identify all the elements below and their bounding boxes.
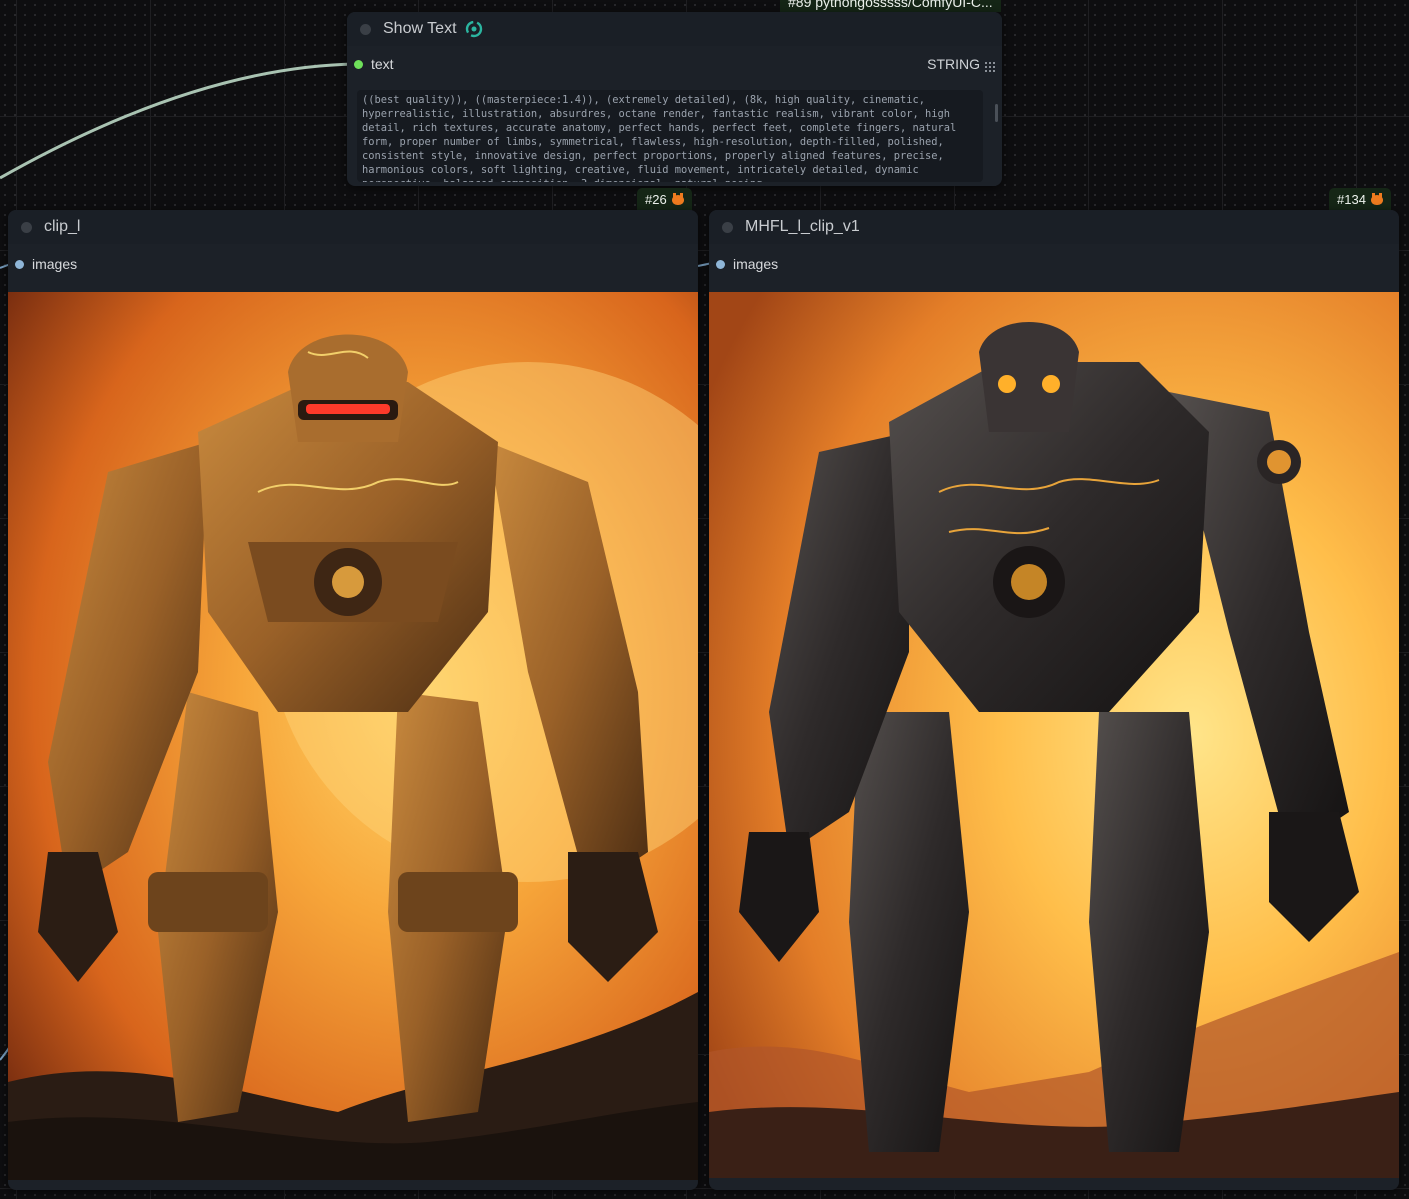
mhfl-title-bar[interactable]: MHFL_l_clip_v1 [709,210,1399,244]
node-26-badge: #26 [637,188,692,210]
show-text-title: Show Text [383,20,457,37]
collapse-dot-icon[interactable] [21,221,32,233]
dark-mech-image [709,292,1399,1178]
text-input-wire [0,62,357,180]
image-slot-dot[interactable] [716,259,725,269]
node-134-badge-label: #134 [1337,191,1366,207]
refresh-cycle-icon [465,20,483,38]
node-134-badge: #134 [1329,188,1391,210]
text-input-slot[interactable]: text STRING [347,51,1002,77]
show-text-node[interactable]: Show Text text STRING ((best quality)), … [347,12,1002,186]
text-scrollbar[interactable] [995,104,998,122]
clip-l-title-bar[interactable]: clip_l [8,210,698,244]
clip-l-preview-image[interactable] [8,292,698,1180]
bronze-mech-image [8,292,698,1180]
node-26-badge-label: #26 [645,191,667,207]
text-slot-label: text [371,56,394,72]
clip-l-title: clip_l [44,218,81,235]
preview-node-mhfl[interactable]: MHFL_l_clip_v1 images [709,210,1399,1190]
fox-icon [1370,193,1383,205]
mhfl-preview-image[interactable] [709,292,1399,1178]
show-text-title-bar[interactable]: Show Text [347,12,1002,46]
preview-node-clip-l[interactable]: clip_l images [8,210,698,1190]
mhfl-images-slot[interactable]: images [709,251,1399,277]
clip-l-images-label: images [32,256,78,272]
string-type-label: STRING [927,56,980,72]
text-output-area[interactable]: ((best quality)), ((masterpiece:1.4)), (… [357,90,983,182]
string-slot-dot[interactable] [354,59,363,69]
mhfl-title: MHFL_l_clip_v1 [745,218,860,235]
clip-l-images-slot[interactable]: images [8,251,698,277]
collapse-dot-icon[interactable] [722,221,733,233]
fox-icon [671,193,684,205]
node-canvas[interactable]: #89 pythongosssss/ComfyUI-C... Show Text… [0,0,1409,1199]
image-slot-dot[interactable] [15,259,24,269]
mhfl-images-label: images [733,256,779,272]
node-89-badge: #89 pythongosssss/ComfyUI-C... [780,0,1001,12]
collapse-dot-icon[interactable] [360,23,371,35]
grid-dots-icon [985,59,995,75]
node-89-badge-label: #89 pythongosssss/ComfyUI-C... [788,0,993,10]
